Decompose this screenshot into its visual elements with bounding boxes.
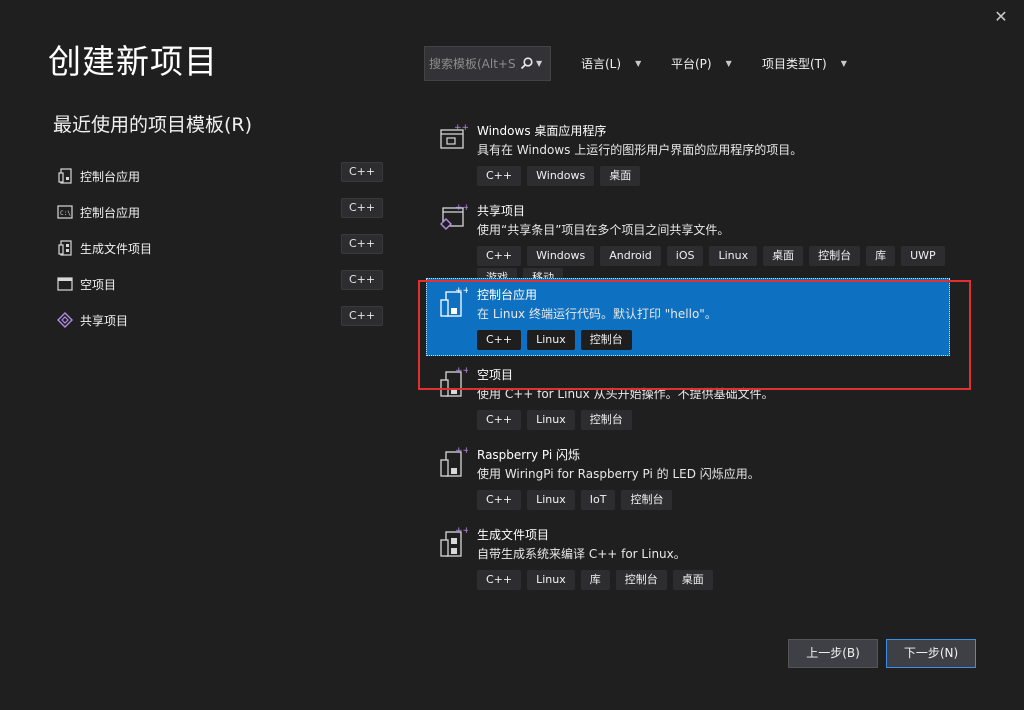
- template-item-linux-makefile-project[interactable]: ++ 生成文件项目 自带生成系统来编译 C++ for Linux。 C++ L…: [426, 518, 950, 598]
- template-search-input[interactable]: [425, 48, 517, 79]
- tag: 游戏: [477, 268, 517, 278]
- search-icon[interactable]: [517, 57, 535, 70]
- tag: 控制台: [621, 490, 673, 510]
- language-badge: C++: [341, 270, 383, 290]
- recent-templates-heading: 最近使用的项目模板(R): [53, 114, 253, 136]
- platform-filter-label: 平台(P): [671, 57, 712, 71]
- language-filter-label: 语言(L): [581, 57, 622, 71]
- tag: 控制台: [615, 570, 667, 590]
- svg-text:++: ++: [455, 203, 468, 213]
- svg-text:++: ++: [455, 526, 468, 536]
- linux-makefile-project-icon: ++: [438, 526, 470, 558]
- platform-filter-dropdown[interactable]: 平台(P) ▼: [671, 55, 732, 72]
- console-app-icon: [56, 167, 74, 185]
- tag: 移动: [523, 268, 563, 278]
- empty-project-icon: [56, 275, 74, 293]
- tag: Windows: [527, 246, 595, 266]
- template-title: 共享项目: [477, 204, 526, 218]
- project-type-filter-dropdown[interactable]: 项目类型(T) ▼: [762, 55, 847, 72]
- template-item-raspberry-pi-blink[interactable]: ++ Raspberry Pi 闪烁 使用 WiringPi for Raspb…: [426, 438, 950, 518]
- template-item-shared-project[interactable]: ++ 共享项目 使用“共享条目”项目在多个项目之间共享文件。 C++ Windo…: [426, 194, 950, 278]
- shared-project-icon: ++: [438, 202, 470, 234]
- tag: iOS: [666, 246, 704, 266]
- chevron-down-icon: ▼: [840, 59, 847, 68]
- makefile-project-icon: [56, 239, 74, 257]
- tag: Linux: [527, 570, 575, 590]
- chevron-down-icon: ▼: [635, 59, 642, 68]
- tag: C++: [477, 410, 522, 430]
- tag: IoT: [580, 490, 616, 510]
- tag: UWP: [901, 246, 945, 266]
- tag: Linux: [709, 246, 758, 266]
- template-title: Windows 桌面应用程序: [477, 124, 607, 138]
- template-tags: C++ Linux 库 控制台 桌面: [477, 570, 713, 590]
- recent-item-label: 控制台应用: [80, 169, 141, 184]
- template-description: 使用“共享条目”项目在多个项目之间共享文件。: [477, 223, 730, 237]
- template-description: 使用 WiringPi for Raspberry Pi 的 LED 闪烁应用。: [477, 467, 760, 481]
- svg-text:++: ++: [454, 123, 468, 133]
- svg-text:++: ++: [455, 446, 468, 456]
- template-tags: C++ Linux 控制台: [477, 410, 632, 430]
- tag: C++: [477, 166, 522, 186]
- language-badge: C++: [341, 162, 383, 182]
- template-tags: C++ Linux IoT 控制台: [477, 490, 673, 510]
- tag: Android: [600, 246, 661, 266]
- language-badge: C++: [341, 198, 383, 218]
- tag: 桌面: [672, 570, 713, 590]
- recent-item-shared-project[interactable]: 共享项目 C++: [56, 302, 386, 338]
- project-type-filter-label: 项目类型(T): [762, 57, 827, 71]
- tag: C++: [477, 570, 522, 590]
- language-badge: C++: [341, 306, 383, 326]
- template-description: 具有在 Windows 上运行的图形用户界面的应用程序的项目。: [477, 143, 803, 157]
- raspberry-pi-blink-icon: ++: [438, 446, 470, 478]
- tag: Linux: [527, 410, 575, 430]
- tag: 库: [866, 246, 896, 266]
- svg-text:C:\: C:\: [60, 210, 71, 217]
- recent-templates-list: 控制台应用 C++ C:\ 控制台应用 C++ 生成文件项目 C++ 空项目 C…: [56, 158, 386, 338]
- tag: Linux: [527, 490, 575, 510]
- tag: Windows: [527, 166, 595, 186]
- tag: 桌面: [600, 166, 641, 186]
- tag: C++: [477, 246, 522, 266]
- selection-highlight-frame: [418, 280, 971, 390]
- language-filter-dropdown[interactable]: 语言(L) ▼: [581, 55, 641, 72]
- recent-item-console-app-2[interactable]: C:\ 控制台应用 C++: [56, 194, 386, 230]
- template-item-windows-desktop[interactable]: ++ Windows 桌面应用程序 具有在 Windows 上运行的图形用户界面…: [426, 114, 950, 194]
- template-tags: C++ Windows 桌面: [477, 166, 641, 186]
- recent-item-label: 生成文件项目: [80, 241, 153, 256]
- close-button[interactable]: ✕: [990, 6, 1012, 28]
- windows-desktop-app-icon: ++: [438, 122, 469, 154]
- recent-item-console-app[interactable]: 控制台应用 C++: [56, 158, 386, 194]
- back-button[interactable]: 上一步(B): [788, 639, 878, 668]
- tag: 桌面: [763, 246, 804, 266]
- close-icon: ✕: [994, 7, 1008, 26]
- template-search-box[interactable]: ▼: [424, 46, 551, 81]
- next-button[interactable]: 下一步(N): [886, 639, 976, 668]
- search-dropdown-icon[interactable]: ▼: [536, 59, 542, 68]
- template-description: 自带生成系统来编译 C++ for Linux。: [477, 547, 686, 561]
- console-window-icon: C:\: [56, 203, 74, 221]
- tag: 控制台: [809, 246, 861, 266]
- recent-item-empty-project[interactable]: 空项目 C++: [56, 266, 386, 302]
- recent-item-label: 空项目: [80, 277, 117, 292]
- template-title: 生成文件项目: [477, 528, 550, 542]
- chevron-down-icon: ▼: [725, 59, 732, 68]
- shared-project-icon: [56, 311, 74, 329]
- recent-item-label: 控制台应用: [80, 205, 141, 220]
- template-title: Raspberry Pi 闪烁: [477, 448, 580, 462]
- language-badge: C++: [341, 234, 383, 254]
- page-title: 创建新项目: [48, 42, 218, 81]
- recent-item-label: 共享项目: [80, 313, 129, 328]
- tag: 控制台: [580, 410, 632, 430]
- template-tags: C++ Windows Android iOS Linux 桌面 控制台 库 U…: [477, 246, 947, 278]
- recent-item-makefile-project[interactable]: 生成文件项目 C++: [56, 230, 386, 266]
- tag: 库: [580, 570, 610, 590]
- tag: C++: [477, 490, 522, 510]
